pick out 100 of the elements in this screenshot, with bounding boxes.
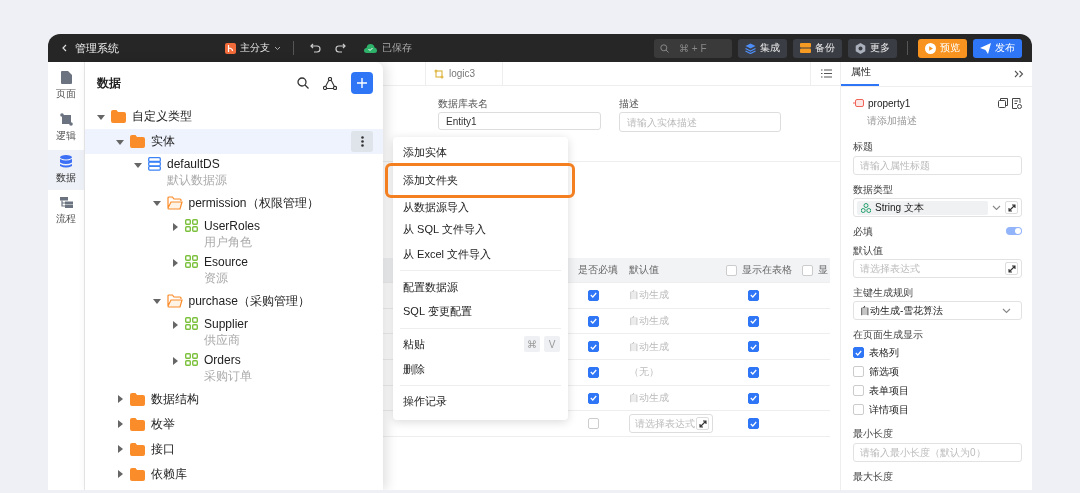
expand-icon <box>698 419 707 428</box>
folder-icon <box>129 467 145 481</box>
tree-item[interactable]: Orders 采购订单 <box>85 350 383 387</box>
menu-item[interactable]: 粘贴 ⌘ V <box>393 332 568 357</box>
input-field[interactable]: Entity1 <box>438 112 601 130</box>
editor-tab[interactable]: logic3 <box>425 62 503 85</box>
checkbox[interactable] <box>588 418 599 430</box>
caret-icon[interactable] <box>171 259 179 267</box>
checkbox[interactable] <box>748 315 759 327</box>
menu-item[interactable]: 操作记录 <box>393 389 568 415</box>
checkbox[interactable] <box>726 264 737 276</box>
plus-icon <box>357 78 367 88</box>
copy-icon[interactable] <box>998 98 1008 108</box>
checkbox[interactable] <box>748 289 759 301</box>
more-button[interactable] <box>351 131 373 152</box>
tree-item-subtitle: 用户角色 <box>204 234 253 250</box>
branch-dropdown[interactable]: 主分支 <box>225 41 281 55</box>
checkbox[interactable] <box>748 366 759 378</box>
caret-icon[interactable] <box>171 222 179 231</box>
checkbox[interactable] <box>748 418 759 430</box>
checkbox[interactable] <box>588 341 599 353</box>
tree-item[interactable]: 实体 <box>85 129 383 154</box>
tree-item[interactable]: Supplier 供应商 <box>85 313 383 350</box>
folder-icon <box>129 417 145 431</box>
property-name: property1 <box>868 97 912 109</box>
back-button[interactable]: 管理系统 <box>62 40 119 56</box>
expand-button[interactable] <box>1005 262 1018 275</box>
tree-item[interactable]: 数据结构 <box>85 386 383 412</box>
check-icon <box>750 420 757 427</box>
caret-icon[interactable] <box>115 395 124 403</box>
description-field[interactable]: 请输入实体描述 <box>619 112 781 132</box>
document-icon[interactable] <box>1012 97 1022 109</box>
input-field[interactable]: 请输入属性标题 <box>853 156 1022 175</box>
menu-item[interactable]: 添加文件夹 <box>385 162 575 198</box>
backup-button[interactable]: 备份 <box>793 38 842 58</box>
column-header: 显示在表格 <box>742 263 792 277</box>
menu-item[interactable]: 删除 <box>393 356 568 382</box>
column-header: 是否必填 <box>578 263 618 277</box>
caret-icon[interactable] <box>152 199 161 207</box>
integrate-button[interactable]: 集成 <box>738 38 787 58</box>
rail-tab[interactable]: 逻辑 <box>48 108 84 148</box>
rail-tab[interactable]: 页面 <box>48 66 84 106</box>
tree-item[interactable]: purchase（采购管理） <box>85 288 383 314</box>
more-button[interactable]: 更多 <box>848 38 897 58</box>
field-label: 默认值 <box>853 244 884 256</box>
caret-icon[interactable] <box>152 297 161 305</box>
checkbox[interactable] <box>588 289 599 301</box>
expand-button[interactable] <box>1005 201 1018 214</box>
publish-button[interactable]: 发布 <box>973 38 1022 58</box>
caret-icon[interactable] <box>115 420 124 428</box>
checkbox[interactable] <box>853 366 864 377</box>
toggle-switch[interactable] <box>1006 227 1022 235</box>
checkbox[interactable] <box>802 264 813 276</box>
tree-item[interactable]: Esource 资源 <box>85 252 383 289</box>
caret-icon[interactable] <box>171 357 179 365</box>
checkbox[interactable] <box>853 404 864 415</box>
rail-tab[interactable]: 数据 <box>48 150 84 190</box>
layers-icon <box>745 42 756 54</box>
caret-icon[interactable] <box>171 320 179 329</box>
search-icon[interactable] <box>297 77 309 89</box>
add-button[interactable] <box>351 72 373 94</box>
input-field[interactable]: 请输入最小长度（默认为0） <box>853 443 1022 462</box>
tree-item[interactable]: 接口 <box>85 436 383 462</box>
checkbox[interactable] <box>588 315 599 327</box>
list-icon[interactable] <box>820 69 832 78</box>
checkbox[interactable] <box>853 347 864 358</box>
checkbox[interactable] <box>588 366 599 378</box>
folder-icon <box>166 294 183 308</box>
type-select[interactable]: String 文本 <box>853 198 1022 217</box>
page-icon <box>60 71 72 84</box>
caret-icon[interactable] <box>115 137 124 146</box>
caret-icon[interactable] <box>134 161 142 169</box>
database-icon <box>148 157 161 171</box>
expand-button[interactable] <box>696 417 709 431</box>
properties-tab[interactable]: 属性 <box>841 65 879 86</box>
share-icon[interactable] <box>323 76 337 90</box>
caret-icon[interactable] <box>115 470 124 478</box>
tree-item[interactable]: defaultDS 默认数据源 <box>85 154 383 191</box>
select-field[interactable]: 自动生成-雪花算法 <box>853 301 1022 320</box>
tree-item[interactable]: UserRoles 用户角色 <box>85 215 383 252</box>
menu-item[interactable]: 从 Excel 文件导入 <box>393 242 568 267</box>
checkbox[interactable] <box>588 392 599 404</box>
menu-item[interactable]: 配置数据源 <box>393 274 568 300</box>
tree-item-label: 枚举 <box>150 415 175 433</box>
field-label: 数据库表名 <box>438 97 489 109</box>
tree-item[interactable]: 依赖库 <box>85 461 383 487</box>
menu-item[interactable]: SQL 变更配置 <box>393 299 568 325</box>
tree-item[interactable]: permission（权限管理） <box>85 190 383 216</box>
checkbox[interactable] <box>748 341 759 353</box>
menu-item[interactable]: 添加实体 <box>393 143 568 163</box>
checkbox[interactable] <box>748 392 759 404</box>
caret-icon[interactable] <box>115 445 124 453</box>
caret-icon[interactable] <box>97 112 105 121</box>
rail-tab[interactable]: 流程 <box>48 192 84 231</box>
tree-item[interactable]: 自定义类型 <box>85 104 383 129</box>
collapse-button[interactable] <box>1014 68 1024 80</box>
menu-item[interactable]: 从 SQL 文件导入 <box>393 217 568 243</box>
tree-item[interactable]: 枚举 <box>85 411 383 437</box>
checkbox[interactable] <box>853 385 864 396</box>
menu-item[interactable]: 从数据源导入 <box>393 197 568 218</box>
